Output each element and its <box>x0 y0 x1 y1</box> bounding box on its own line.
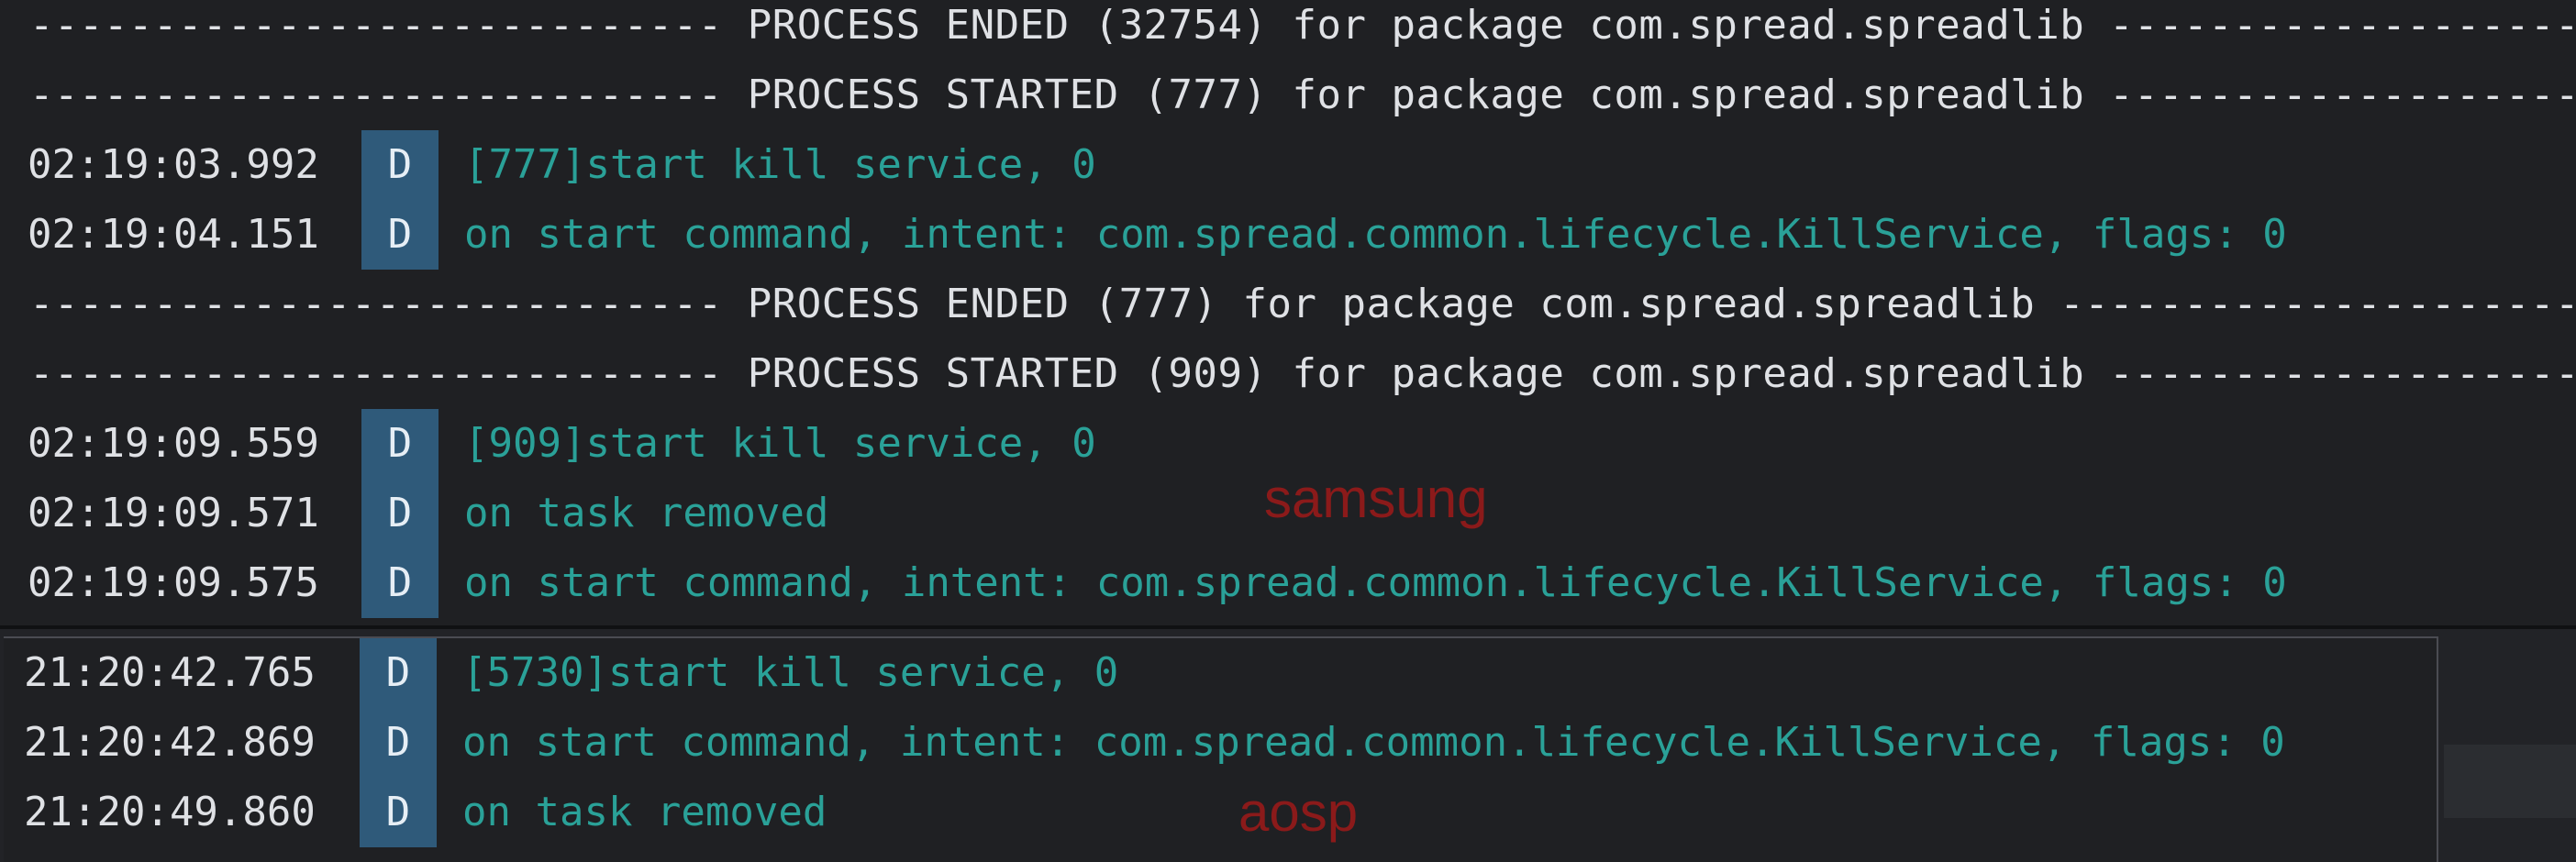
device-annotation-samsung: samsung <box>1264 468 1488 529</box>
process-separator: ---------------------------- PROCESS END… <box>0 0 2576 61</box>
process-separator: ---------------------------- PROCESS STA… <box>0 339 2576 409</box>
log-message: [777]start kill service, 0 <box>464 141 1096 188</box>
log-message: [909]start kill service, 0 <box>464 420 1096 467</box>
separator-text: ---------------------------- PROCESS STA… <box>29 72 2576 118</box>
log-timestamp: 02:19:09.575 <box>28 559 319 606</box>
logcat-panel-samsung: ---------------------------- PROCESS END… <box>0 0 2576 627</box>
log-row[interactable]: 02:19:04.151 D on start command, intent:… <box>0 200 2576 270</box>
log-level-badge: D <box>360 778 437 847</box>
log-level-badge: D <box>360 638 437 708</box>
log-row[interactable]: 21:20:42.869 D on start command, intent:… <box>4 708 2576 778</box>
process-separator: ---------------------------- PROCESS END… <box>0 270 2576 339</box>
log-message: on start command, intent: com.spread.com… <box>464 559 2287 606</box>
device-annotation-aosp: aosp <box>1238 781 1359 843</box>
log-row[interactable]: 02:19:03.992 D [777]start kill service, … <box>0 130 2576 200</box>
log-level-badge: D <box>361 479 439 548</box>
log-row[interactable]: 02:19:09.575 D on start command, intent:… <box>0 548 2576 618</box>
log-timestamp: 02:19:09.571 <box>28 490 319 536</box>
log-message: on start command, intent: com.spread.com… <box>464 211 2287 258</box>
log-level-badge: D <box>360 708 437 778</box>
logcat-panel-aosp: 21:20:42.765 D [5730]start kill service,… <box>0 629 2576 862</box>
separator-text: ---------------------------- PROCESS END… <box>29 2 2576 49</box>
separator-text: ---------------------------- PROCESS END… <box>29 281 2576 327</box>
log-timestamp: 21:20:42.869 <box>24 719 316 766</box>
separator-text: ---------------------------- PROCESS STA… <box>29 350 2576 397</box>
log-message: [5730]start kill service, 0 <box>462 649 1119 696</box>
log-level-badge: D <box>361 200 439 270</box>
log-timestamp: 02:19:03.992 <box>28 141 319 188</box>
process-separator: ---------------------------- PROCESS STA… <box>0 61 2576 130</box>
log-level-badge: D <box>361 548 439 618</box>
log-level-badge: D <box>361 130 439 200</box>
log-frame: 21:20:42.765 D [5730]start kill service,… <box>4 636 2438 862</box>
log-timestamp: 02:19:04.151 <box>28 211 319 258</box>
log-message: on task removed <box>464 490 829 536</box>
log-timestamp: 02:19:09.559 <box>28 420 319 467</box>
log-message: on start command, intent: com.spread.com… <box>462 719 2285 766</box>
log-level-badge: D <box>361 409 439 479</box>
log-message: on task removed <box>462 789 827 835</box>
log-timestamp: 21:20:49.860 <box>24 789 316 835</box>
log-row[interactable]: 21:20:42.765 D [5730]start kill service,… <box>4 638 2576 708</box>
log-timestamp: 21:20:42.765 <box>24 649 316 696</box>
